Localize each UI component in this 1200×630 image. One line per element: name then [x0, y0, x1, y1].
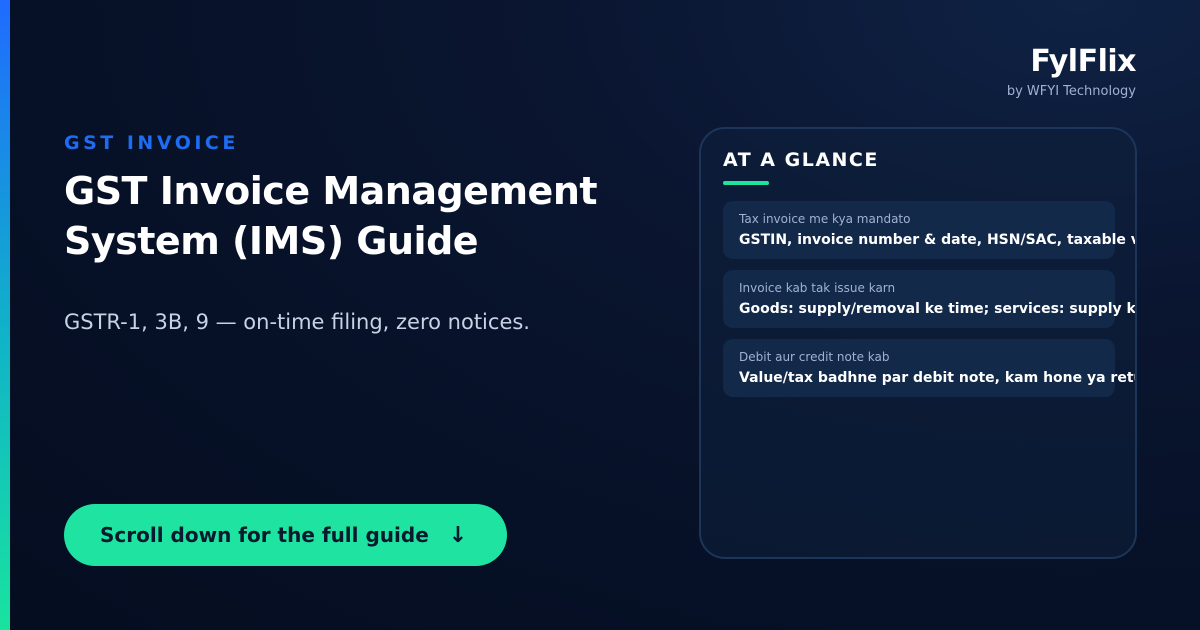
brand-name: FylFlix — [1030, 44, 1136, 79]
scroll-down-button[interactable]: Scroll down for the full guide ↓ — [64, 504, 507, 566]
page-title: GST Invoice Management System (IMS) Guid… — [64, 169, 598, 263]
page-subtitle: GSTR-1, 3B, 9 — on-time filing, zero not… — [64, 310, 530, 334]
glance-card-value: Value/tax badhne par debit note, kam hon… — [739, 370, 1135, 386]
left-accent-bar — [0, 0, 10, 630]
at-a-glance-panel: AT A GLANCE Tax invoice me kya mandato G… — [699, 127, 1137, 559]
glance-card: Invoice kab tak issue karn Goods: supply… — [723, 270, 1136, 328]
cta-label: Scroll down for the full guide — [100, 523, 429, 547]
eyebrow-label: GST INVOICE — [64, 132, 239, 154]
glance-card-label: Debit aur credit note kab — [739, 350, 890, 364]
glance-card-label: Invoice kab tak issue karn — [739, 281, 896, 295]
glance-card: Tax invoice me kya mandato GSTIN, invoic… — [723, 201, 1135, 259]
arrow-down-icon: ↓ — [448, 522, 468, 548]
brand-tagline: by WFYI Technology — [1006, 84, 1136, 99]
glance-card-value: Goods: supply/removal ke time; services:… — [739, 301, 1136, 317]
panel-title-underline — [723, 181, 769, 185]
glance-card-label: Tax invoice me kya mandato — [739, 212, 911, 226]
brand-logo: FylFlix by WFYI Technology — [1006, 44, 1137, 99]
glance-card: Debit aur credit note kab Value/tax badh… — [723, 339, 1135, 397]
panel-title: AT A GLANCE — [723, 149, 879, 171]
glance-card-value: GSTIN, invoice number & date, HSN/SAC, t… — [739, 232, 1135, 248]
